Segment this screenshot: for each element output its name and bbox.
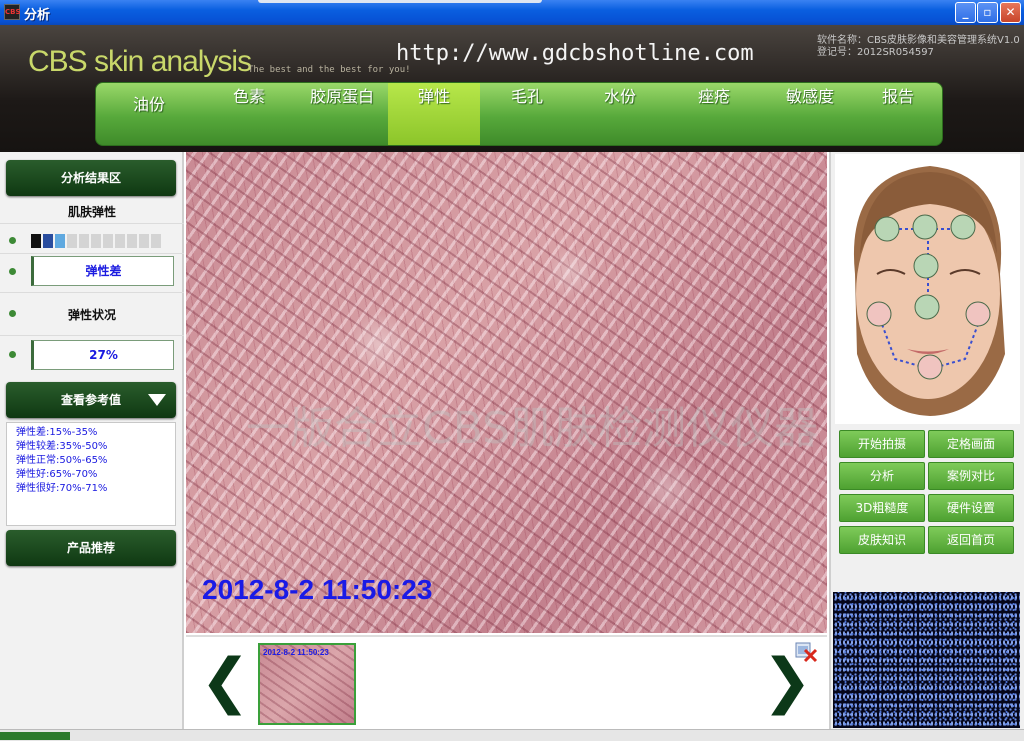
divider	[0, 223, 184, 224]
registration-number: 登记号：2012SR054597	[817, 47, 934, 58]
elasticity-status-value: 27%	[31, 340, 174, 370]
scale-segment	[127, 234, 137, 248]
case-compare-button[interactable]: 案例对比	[928, 462, 1014, 490]
window-title: 分析	[24, 8, 51, 23]
cheek-left-point	[866, 301, 892, 327]
app-icon: CBS	[4, 4, 21, 20]
elasticity-value: 弹性差	[31, 256, 174, 286]
scale-segment	[67, 234, 77, 248]
capture-timestamp: 2012-8-2 11:50:23	[202, 574, 433, 605]
analysis-preview-image	[833, 592, 1020, 728]
divider	[0, 335, 184, 336]
app-header: CBS skin analysis The best and the best …	[0, 25, 1024, 152]
forehead-center-point	[912, 214, 938, 240]
title-tab-strip	[258, 0, 542, 3]
taskbar-segment	[0, 732, 70, 740]
delete-image-icon[interactable]	[794, 639, 818, 663]
cheek-right-point	[965, 301, 991, 327]
reference-item: 弹性较差:35%-50%	[16, 441, 108, 452]
scale-segment	[139, 234, 149, 248]
nose-point	[914, 294, 940, 320]
product-recommendation-button[interactable]: 产品推荐	[6, 530, 176, 566]
results-area-header: 分析结果区	[6, 160, 176, 196]
elasticity-status-label: 弹性状况	[67, 308, 116, 322]
nav-item-oil[interactable]: 油份	[108, 91, 190, 153]
scale-segment	[103, 234, 113, 248]
reference-item: 弹性很好:70%-71%	[16, 483, 108, 494]
analyze-button[interactable]: 分析	[839, 462, 925, 490]
status-bar	[0, 729, 1024, 741]
reference-item: 弹性差:15%-35%	[16, 427, 98, 438]
scale-segment	[115, 234, 125, 248]
close-button[interactable]: ✕	[1000, 2, 1021, 23]
scale-segment	[91, 234, 101, 248]
scale-segment	[31, 234, 41, 248]
scale-segment	[79, 234, 89, 248]
maximize-button[interactable]: ▫	[977, 2, 998, 23]
software-name: 软件名称：CBS皮肤影像和美容管理系统V1.0	[817, 35, 1020, 46]
reference-values-list: 弹性差:15%-35% 弹性较差:35%-50% 弹性正常:50%-65% 弹性…	[6, 422, 176, 526]
scale-segment	[55, 234, 65, 248]
nose-bridge-point	[913, 253, 939, 279]
scale-segment	[43, 234, 53, 248]
thumbnail-strip: ❮ 2012-8-2 11:50:23 ❯	[186, 635, 827, 729]
app-logo: CBS skin analysis	[28, 45, 252, 78]
hardware-settings-button[interactable]: 硬件设置	[928, 494, 1014, 522]
minimize-button[interactable]: _	[955, 2, 976, 23]
bullet-icon	[9, 351, 16, 358]
watermark-text: 一版合立CBS肌肤检测仪仪器	[246, 403, 819, 454]
right-panel: 开始拍摄 定格画面 分析 案例对比 3D粗糙度 硬件设置 皮肤知识 返回首页	[829, 152, 1024, 741]
start-capture-button[interactable]: 开始拍摄	[839, 430, 925, 458]
software-info: 软件名称：CBS皮肤影像和美容管理系统V1.0 登记号：2012SR054597	[817, 35, 1020, 59]
skin-knowledge-button[interactable]: 皮肤知识	[839, 526, 925, 554]
nav-item-report[interactable]: 报告	[852, 83, 944, 145]
left-panel: 分析结果区 肌肤弹性 弹性差 弹性状况 27% 查看参考值 弹性差:15%-35…	[0, 152, 184, 741]
thumbnail-image[interactable]: 2012-8-2 11:50:23	[258, 643, 356, 725]
nav-item-collagen[interactable]: 胶原蛋白	[296, 83, 388, 145]
nav-item-pores[interactable]: 毛孔	[482, 83, 572, 145]
divider	[0, 292, 184, 293]
previous-arrow-button[interactable]: ❮	[200, 651, 250, 711]
forehead-right-point	[950, 214, 976, 240]
bullet-icon	[9, 268, 16, 275]
nav-item-pigment[interactable]: 色素	[204, 83, 294, 145]
divider	[0, 253, 184, 254]
chin-point	[917, 354, 943, 380]
reference-values-label: 查看参考值	[60, 393, 121, 407]
nav-item-moisture[interactable]: 水份	[574, 83, 666, 145]
face-map	[835, 154, 1020, 424]
reference-values-button[interactable]: 查看参考值	[6, 382, 176, 418]
return-home-button[interactable]: 返回首页	[928, 526, 1014, 554]
bullet-icon	[9, 237, 16, 244]
nav-item-sensitivity[interactable]: 敏感度	[764, 83, 856, 145]
dropdown-triangle-icon	[148, 394, 166, 406]
thumbnail-timestamp: 2012-8-2 11:50:23	[263, 648, 329, 657]
forehead-left-point	[874, 216, 900, 242]
skin-microscope-image: 一版合立CBS肌肤检测仪仪器 2012-8-2 11:50:23	[186, 152, 827, 633]
skin-elasticity-label: 肌肤弹性	[67, 205, 116, 219]
app-slogan: The best and the best for you!	[248, 65, 411, 75]
scale-segment	[151, 234, 161, 248]
roughness-3d-button[interactable]: 3D粗糙度	[839, 494, 925, 522]
reference-item: 弹性正常:50%-65%	[16, 455, 108, 466]
nav-item-acne[interactable]: 痤疮	[668, 83, 760, 145]
nav-item-elasticity[interactable]: 弹性	[388, 83, 480, 145]
main-nav: 油份 色素 胶原蛋白 弹性 毛孔 水份 痤疮 敏感度 报告	[95, 82, 943, 146]
freeze-frame-button[interactable]: 定格画面	[928, 430, 1014, 458]
title-bar: CBS 分析 _ ▫ ✕	[0, 0, 1024, 25]
elasticity-scale	[31, 234, 161, 248]
website-url: http://www.gdcbshotline.com	[396, 41, 754, 66]
reference-item: 弹性好:65%-70%	[16, 469, 98, 480]
